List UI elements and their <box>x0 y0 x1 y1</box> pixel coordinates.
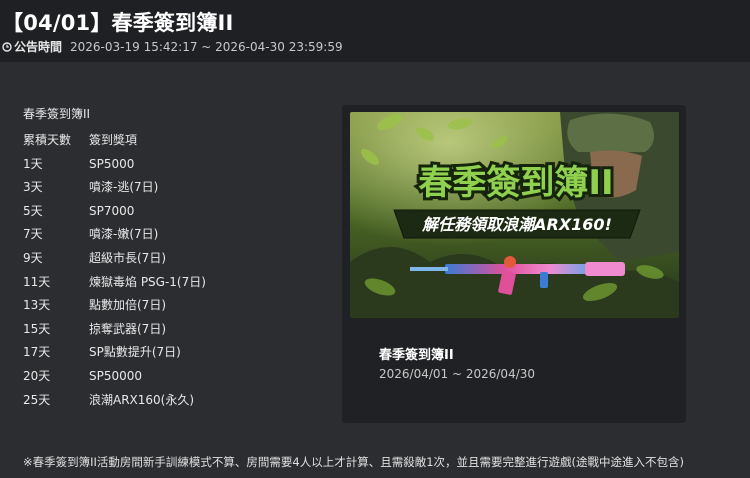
reward-item: 浪潮ARX160(永久) <box>89 392 195 407</box>
reward-item: 超級市長(7日) <box>89 250 166 265</box>
reward-item: SP50000 <box>89 368 143 383</box>
reward-row: 5天 SP7000 <box>23 199 323 223</box>
reward-item: SP點數提升(7日) <box>89 345 181 360</box>
banner-title: 春季簽到簿II <box>418 163 613 203</box>
announcement-header: 【04/01】春季簽到簿II 公告時間 2026-03-19 15:42:17 … <box>0 0 750 62</box>
reward-row: 3天 噴漆-逃(7日) <box>23 175 323 199</box>
reward-list: 春季簽到簿II 累積天數 簽到獎項 1天 SP5000 3天 噴漆-逃(7日) 5天… <box>23 104 323 411</box>
item-column-header: 簽到獎項 <box>89 133 138 147</box>
event-card-title[interactable]: 春季簽到簿II <box>379 344 454 363</box>
reward-item: 掠奪武器(7日) <box>89 321 166 336</box>
reward-row: 1天 SP5000 <box>23 152 323 176</box>
reward-days: 9天 <box>23 250 43 265</box>
clock-icon <box>2 41 12 52</box>
reward-item: 噴漆-逃(7日) <box>89 180 159 195</box>
reward-days: 11天 <box>23 274 51 289</box>
reward-days: 20天 <box>23 368 51 383</box>
reward-row: 7天 噴漆-嫩(7日) <box>23 222 323 246</box>
event-card[interactable]: 春季簽到簿II 春季簽到簿II 解任務領取浪潮ARX160! 春季簽到簿II 2… <box>342 105 686 423</box>
reward-row: 11天 煉獄毒焰 PSG-1(7日) <box>23 270 323 294</box>
reward-days: 3天 <box>23 180 43 195</box>
reward-item: SP7000 <box>89 203 135 218</box>
reward-days: 17天 <box>23 345 51 360</box>
reward-row: 20天 SP50000 <box>23 364 323 388</box>
reward-list-title: 春季簽到簿II <box>23 107 91 121</box>
announcement-time-label: 公告時間 <box>14 40 63 54</box>
announcement-time-range: 2026-03-19 15:42:17 ~ 2026-04-30 23:59:5… <box>70 39 343 54</box>
reward-days: 15天 <box>23 321 51 336</box>
announcement-meta: 公告時間 2026-03-19 15:42:17 ~ 2026-04-30 23… <box>2 38 343 55</box>
reward-row: 9天 超級市長(7日) <box>23 246 323 270</box>
reward-days: 7天 <box>23 227 43 242</box>
reward-row: 13天 點數加倍(7日) <box>23 293 323 317</box>
event-banner-image[interactable]: 春季簽到簿II 春季簽到簿II 解任務領取浪潮ARX160! <box>350 112 679 318</box>
reward-days: 5天 <box>23 203 43 218</box>
reward-list-header: 累積天數 簽到獎項 <box>23 128 323 152</box>
event-footnote: ※春季簽到簿II活動房間新手訓練模式不算、房間需要4人以上才計算、且需殺敵1次，… <box>23 455 685 469</box>
reward-item: SP5000 <box>89 156 135 171</box>
reward-item: 煉獄毒焰 PSG-1(7日) <box>89 274 206 289</box>
reward-item: 點數加倍(7日) <box>89 298 166 313</box>
days-column-header: 累積天數 <box>23 133 72 147</box>
reward-days: 25天 <box>23 392 51 407</box>
page-title: 【04/01】春季簽到簿II <box>2 11 234 35</box>
reward-item: 噴漆-嫩(7日) <box>89 227 159 242</box>
reward-days: 1天 <box>23 156 43 171</box>
reward-days: 13天 <box>23 298 51 313</box>
reward-row: 15天 掠奪武器(7日) <box>23 317 323 341</box>
banner-subtitle: 解任務領取浪潮ARX160! <box>421 215 612 234</box>
reward-row: 17天 SP點數提升(7日) <box>23 340 323 364</box>
reward-row: 25天 浪潮ARX160(永久) <box>23 388 323 412</box>
event-card-date: 2026/04/01 ~ 2026/04/30 <box>379 367 536 381</box>
